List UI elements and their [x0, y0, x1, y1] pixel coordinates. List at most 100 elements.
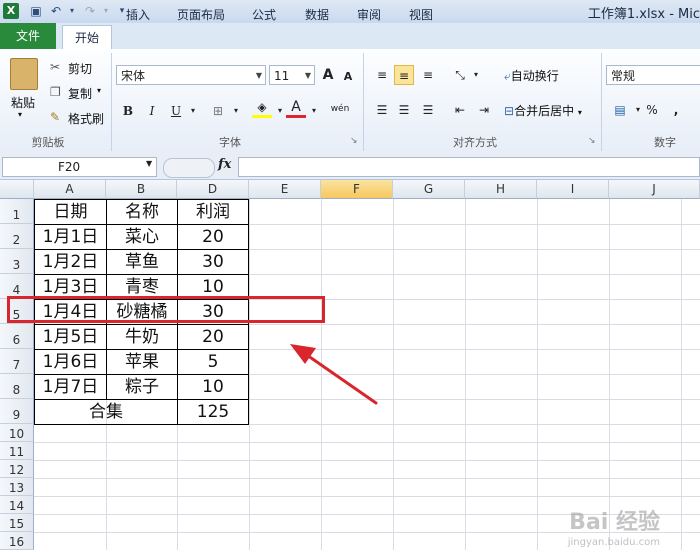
cut-button[interactable]: 剪切	[68, 60, 92, 77]
decrease-indent-icon[interactable]: ⇤	[450, 100, 470, 120]
merge-center-button[interactable]: ⊟合并后居中 ▾	[504, 102, 582, 119]
row-header[interactable]: 14	[0, 496, 34, 514]
tab-page-layout[interactable]: 页面布局	[170, 4, 232, 26]
formula-bar-divider-handle[interactable]	[163, 158, 215, 178]
row-header[interactable]: 12	[0, 460, 34, 478]
italic-button[interactable]: I	[142, 101, 162, 121]
table-cell-name[interactable]: 草鱼	[107, 250, 177, 274]
tab-formulas[interactable]: 公式	[244, 4, 284, 26]
shrink-font-button[interactable]: A	[338, 67, 358, 87]
row-header[interactable]: 2	[0, 224, 34, 249]
column-header-f[interactable]: F	[321, 180, 393, 199]
accounting-format-icon[interactable]: ▤	[610, 100, 630, 120]
total-label-cell[interactable]: 合集	[35, 400, 177, 424]
font-color-icon[interactable]: A	[286, 99, 306, 119]
row-header[interactable]: 7	[0, 349, 34, 374]
table-cell-profit[interactable]: 5	[178, 350, 248, 374]
tab-insert[interactable]: 插入	[118, 4, 158, 26]
undo-icon[interactable]: ↶	[48, 3, 64, 19]
column-header-a[interactable]: A	[34, 180, 106, 199]
tab-home[interactable]: 开始	[62, 25, 112, 50]
row-header[interactable]: 13	[0, 478, 34, 496]
table-cell-date[interactable]: 1月1日	[35, 225, 106, 249]
align-top-icon[interactable]: ≡	[372, 65, 392, 85]
font-color-dropdown-icon[interactable]: ▾	[304, 101, 324, 121]
insert-function-button[interactable]: fx	[218, 157, 231, 172]
copy-dropdown-icon[interactable]: ▾	[97, 86, 101, 95]
align-right-icon[interactable]: ☰	[418, 100, 438, 120]
font-dialog-launcher-icon[interactable]: ↘	[350, 136, 358, 146]
number-format-combo[interactable]: 常规	[606, 65, 700, 85]
align-bottom-icon[interactable]: ≡	[418, 65, 438, 85]
column-header-i[interactable]: I	[537, 180, 609, 199]
table-cell-name[interactable]: 苹果	[107, 350, 177, 374]
comma-style-button[interactable]: ,	[666, 100, 686, 120]
save-icon[interactable]: ▣	[28, 3, 44, 19]
table-cell-name[interactable]: 菜心	[107, 225, 177, 249]
grow-font-button[interactable]: A	[318, 65, 338, 85]
undo-dropdown-icon[interactable]: ▾	[64, 3, 80, 19]
align-middle-icon[interactable]: ≡	[394, 65, 414, 85]
formula-input[interactable]	[238, 157, 700, 177]
redo-dropdown-icon[interactable]: ▾	[98, 3, 114, 19]
excel-logo-icon[interactable]: X	[3, 3, 19, 19]
column-header-e[interactable]: E	[249, 180, 321, 199]
font-size-combo[interactable]: 11 ▼	[269, 65, 315, 85]
table-header-cell[interactable]: 名称	[107, 200, 177, 224]
orientation-dropdown-icon[interactable]: ▾	[466, 65, 486, 85]
table-cell-profit[interactable]: 20	[178, 325, 248, 349]
percent-style-button[interactable]: %	[642, 100, 662, 120]
paste-icon[interactable]	[10, 58, 38, 90]
tab-view[interactable]: 视图	[401, 4, 441, 26]
column-header-g[interactable]: G	[393, 180, 465, 199]
table-cell-date[interactable]: 1月2日	[35, 250, 106, 274]
wrap-text-button[interactable]: ⤶自动换行	[504, 67, 559, 84]
select-all-corner[interactable]	[0, 180, 34, 199]
table-header-cell[interactable]: 日期	[35, 200, 106, 224]
borders-dropdown-icon[interactable]: ▾	[226, 101, 246, 121]
underline-dropdown-icon[interactable]: ▾	[183, 101, 203, 121]
table-cell-date[interactable]: 1月7日	[35, 375, 106, 399]
font-name-combo[interactable]: 宋体 ▼	[116, 65, 266, 85]
table-cell-name[interactable]: 牛奶	[107, 325, 177, 349]
row-header[interactable]: 10	[0, 424, 34, 442]
row-header[interactable]: 15	[0, 514, 34, 532]
table-cell-date[interactable]: 1月6日	[35, 350, 106, 374]
fill-color-icon[interactable]: ◈	[252, 99, 272, 119]
column-header-j[interactable]: J	[609, 180, 700, 199]
table-cell-profit[interactable]: 30	[178, 250, 248, 274]
paste-dropdown-icon[interactable]: ▾	[18, 110, 22, 119]
tab-data[interactable]: 数据	[297, 4, 337, 26]
phonetic-guide-button[interactable]: wén	[328, 99, 352, 119]
format-painter-button[interactable]: 格式刷	[68, 110, 104, 127]
table-cell-name[interactable]: 粽子	[107, 375, 177, 399]
redo-icon[interactable]: ↷	[82, 3, 98, 19]
name-box-dropdown-icon[interactable]: ▼	[146, 159, 152, 168]
row-header[interactable]: 8	[0, 374, 34, 399]
table-cell-profit[interactable]: 20	[178, 225, 248, 249]
table-cell-profit[interactable]: 10	[178, 375, 248, 399]
row-header[interactable]: 3	[0, 249, 34, 274]
borders-icon[interactable]: ⊞	[208, 101, 228, 121]
total-value-cell[interactable]: 125	[178, 400, 248, 424]
alignment-dialog-launcher-icon[interactable]: ↘	[588, 136, 596, 146]
row-header[interactable]: 16	[0, 532, 34, 550]
name-box[interactable]: F20	[2, 157, 157, 177]
column-header-d[interactable]: D	[177, 180, 249, 199]
row-header[interactable]: 11	[0, 442, 34, 460]
align-center-icon[interactable]: ☰	[394, 100, 414, 120]
table-cell-date[interactable]: 1月5日	[35, 325, 106, 349]
column-header-b[interactable]: B	[106, 180, 177, 199]
increase-indent-icon[interactable]: ⇥	[474, 100, 494, 120]
row-header[interactable]: 6	[0, 324, 34, 349]
bold-button[interactable]: B	[118, 101, 138, 121]
row-header[interactable]: 1	[0, 199, 34, 224]
column-header-h[interactable]: H	[465, 180, 537, 199]
tab-file[interactable]: 文件	[0, 23, 56, 49]
paste-button[interactable]: 粘贴	[11, 94, 35, 111]
copy-button[interactable]: 复制	[68, 85, 92, 102]
align-left-icon[interactable]: ☰	[372, 100, 392, 120]
row-header[interactable]: 9	[0, 399, 34, 424]
tab-review[interactable]: 审阅	[349, 4, 389, 26]
table-header-cell[interactable]: 利润	[178, 200, 248, 224]
